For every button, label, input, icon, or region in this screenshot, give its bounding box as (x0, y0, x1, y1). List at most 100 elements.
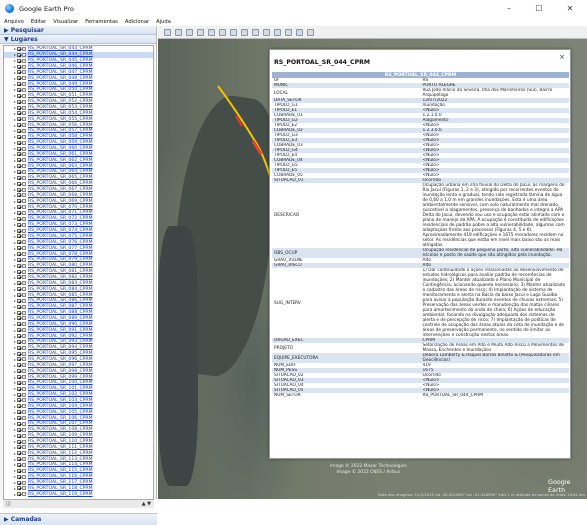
visibility-checkbox[interactable] (17, 146, 21, 151)
place-label[interactable]: RS_PORTOAL_SR_068_CPRM (28, 193, 93, 198)
place-label[interactable]: RS_PORTOAL_SR_050_CPRM (28, 87, 93, 92)
visibility-checkbox[interactable] (17, 111, 21, 116)
visibility-checkbox[interactable] (17, 275, 21, 280)
minimize-button[interactable]: – (497, 0, 521, 17)
placemark-icon[interactable] (175, 28, 182, 36)
place-label[interactable]: RS_PORTOAL_SR_091_CPRM (28, 328, 93, 333)
visibility-checkbox[interactable] (17, 199, 21, 204)
visibility-checkbox[interactable] (17, 187, 21, 192)
place-label[interactable]: RS_PORTOAL_SR_061_CPRM (28, 152, 93, 157)
place-label[interactable]: RS_PORTOAL_SR_117_CPRM (28, 480, 93, 485)
visibility-checkbox[interactable] (17, 386, 21, 391)
place-label[interactable]: RS_PORTOAL_SR_075_CPRM (28, 234, 93, 239)
place-label[interactable]: RS_PORTOAL_SR_107_CPRM (28, 421, 93, 426)
place-label[interactable]: RS_PORTOAL_SR_055_CPRM (28, 117, 93, 122)
visibility-checkbox[interactable] (17, 210, 21, 215)
place-label[interactable]: RS_PORTOAL_SR_056_CPRM (28, 123, 93, 128)
place-label[interactable]: RS_PORTOAL_SR_064_CPRM (28, 169, 93, 174)
visibility-checkbox[interactable] (17, 298, 21, 303)
place-label[interactable]: RS_PORTOAL_SR_118_CPRM (28, 486, 93, 491)
place-label[interactable]: RS_PORTOAL_SR_114_CPRM (28, 462, 93, 467)
place-label[interactable]: RS_PORTOAL_SR_103_CPRM (28, 398, 93, 403)
place-label[interactable]: RS_PORTOAL_SR_071_CPRM (28, 210, 93, 215)
visibility-checkbox[interactable] (17, 58, 21, 63)
place-label[interactable]: RS_PORTOAL_SR_054_CPRM (28, 111, 93, 116)
path-icon[interactable] (197, 28, 204, 36)
place-label[interactable]: RS_PORTOAL_SR_062_CPRM (28, 158, 93, 163)
place-label[interactable]: RS_PORTOAL_SR_060_CPRM (28, 146, 93, 151)
place-label[interactable]: RS_PORTOAL_SR_053_CPRM (28, 105, 93, 110)
place-label[interactable]: RS_PORTOAL_SR_063_CPRM (28, 164, 93, 169)
ruler-icon[interactable] (263, 28, 270, 36)
menu-ajuda[interactable]: Ajuda (156, 19, 171, 25)
visibility-checkbox[interactable] (17, 82, 21, 87)
visibility-checkbox[interactable] (17, 392, 21, 397)
save-image-icon[interactable] (296, 28, 303, 36)
visibility-checkbox[interactable] (17, 263, 21, 268)
visibility-checkbox[interactable] (17, 492, 21, 497)
place-label[interactable]: RS_PORTOAL_SR_115_CPRM (28, 468, 93, 473)
visibility-checkbox[interactable] (17, 357, 21, 362)
visibility-checkbox[interactable] (17, 375, 21, 380)
visibility-checkbox[interactable] (17, 410, 21, 415)
visibility-checkbox[interactable] (17, 76, 21, 81)
place-label[interactable]: RS_PORTOAL_SR_080_CPRM (28, 263, 93, 268)
visibility-checkbox[interactable] (17, 439, 21, 444)
visibility-checkbox[interactable] (17, 339, 21, 344)
image-overlay-icon[interactable] (208, 28, 215, 36)
visibility-checkbox[interactable] (17, 474, 21, 479)
visibility-checkbox[interactable] (17, 117, 21, 122)
place-label[interactable]: RS_PORTOAL_SR_092_CPRM (28, 334, 93, 339)
place-label[interactable]: RS_PORTOAL_SR_044_CPRM (28, 52, 93, 57)
place-label[interactable]: RS_PORTOAL_SR_106_CPRM (28, 416, 93, 421)
place-label[interactable]: RS_PORTOAL_SR_043_CPRM (28, 46, 93, 51)
visibility-checkbox[interactable] (17, 421, 21, 426)
visibility-checkbox[interactable] (17, 427, 21, 432)
visibility-checkbox[interactable] (17, 205, 21, 210)
visibility-checkbox[interactable] (17, 87, 21, 92)
place-label[interactable]: RS_PORTOAL_SR_105_CPRM (28, 410, 93, 415)
visibility-checkbox[interactable] (17, 281, 21, 286)
visibility-checkbox[interactable] (17, 152, 21, 157)
place-label[interactable]: RS_PORTOAL_SR_104_CPRM (28, 404, 93, 409)
visibility-checkbox[interactable] (17, 193, 21, 198)
visibility-checkbox[interactable] (17, 369, 21, 374)
google-maps-icon[interactable] (307, 28, 314, 36)
visibility-checkbox[interactable] (17, 462, 21, 467)
place-label[interactable]: RS_PORTOAL_SR_076_CPRM (28, 240, 93, 245)
visibility-checkbox[interactable] (17, 310, 21, 315)
tree-move-buttons[interactable]: ▲ ▼ (142, 501, 151, 507)
tour-icon[interactable] (219, 28, 226, 36)
place-label[interactable]: RS_PORTOAL_SR_108_CPRM (28, 427, 93, 432)
visibility-checkbox[interactable] (17, 99, 21, 104)
place-label[interactable]: RS_PORTOAL_SR_095_CPRM (28, 351, 93, 356)
place-label[interactable]: RS_PORTOAL_SR_093_CPRM (28, 339, 93, 344)
visibility-checkbox[interactable] (17, 334, 21, 339)
place-label[interactable]: RS_PORTOAL_SR_102_CPRM (28, 392, 93, 397)
place-label[interactable]: RS_PORTOAL_SR_072_CPRM (28, 216, 93, 221)
place-label[interactable]: RS_PORTOAL_SR_099_CPRM (28, 375, 93, 380)
place-label[interactable]: RS_PORTOAL_SR_077_CPRM (28, 246, 93, 251)
visibility-checkbox[interactable] (17, 322, 21, 327)
visibility-checkbox[interactable] (17, 404, 21, 409)
visibility-checkbox[interactable] (17, 181, 21, 186)
place-item[interactable]: ▸ RS_PORTOAL_SR_119_CPRM (4, 491, 153, 497)
place-label[interactable]: RS_PORTOAL_SR_090_CPRM (28, 322, 93, 327)
place-label[interactable]: RS_PORTOAL_SR_046_CPRM (28, 64, 93, 69)
visibility-checkbox[interactable] (17, 351, 21, 356)
visibility-checkbox[interactable] (17, 140, 21, 145)
visibility-checkbox[interactable] (17, 457, 21, 462)
place-label[interactable]: RS_PORTOAL_SR_058_CPRM (28, 134, 93, 139)
place-label[interactable]: RS_PORTOAL_SR_079_CPRM (28, 257, 93, 262)
menu-arquivo[interactable]: Arquivo (4, 19, 24, 25)
place-label[interactable]: RS_PORTOAL_SR_084_CPRM (28, 287, 93, 292)
email-icon[interactable] (274, 28, 281, 36)
place-label[interactable]: RS_PORTOAL_SR_052_CPRM (28, 99, 93, 104)
place-label[interactable]: RS_PORTOAL_SR_087_CPRM (28, 304, 93, 309)
place-label[interactable]: RS_PORTOAL_SR_070_CPRM (28, 205, 93, 210)
visibility-checkbox[interactable] (17, 287, 21, 292)
visibility-checkbox[interactable] (17, 222, 21, 227)
visibility-checkbox[interactable] (17, 328, 21, 333)
visibility-checkbox[interactable] (17, 257, 21, 262)
visibility-checkbox[interactable] (17, 269, 21, 274)
